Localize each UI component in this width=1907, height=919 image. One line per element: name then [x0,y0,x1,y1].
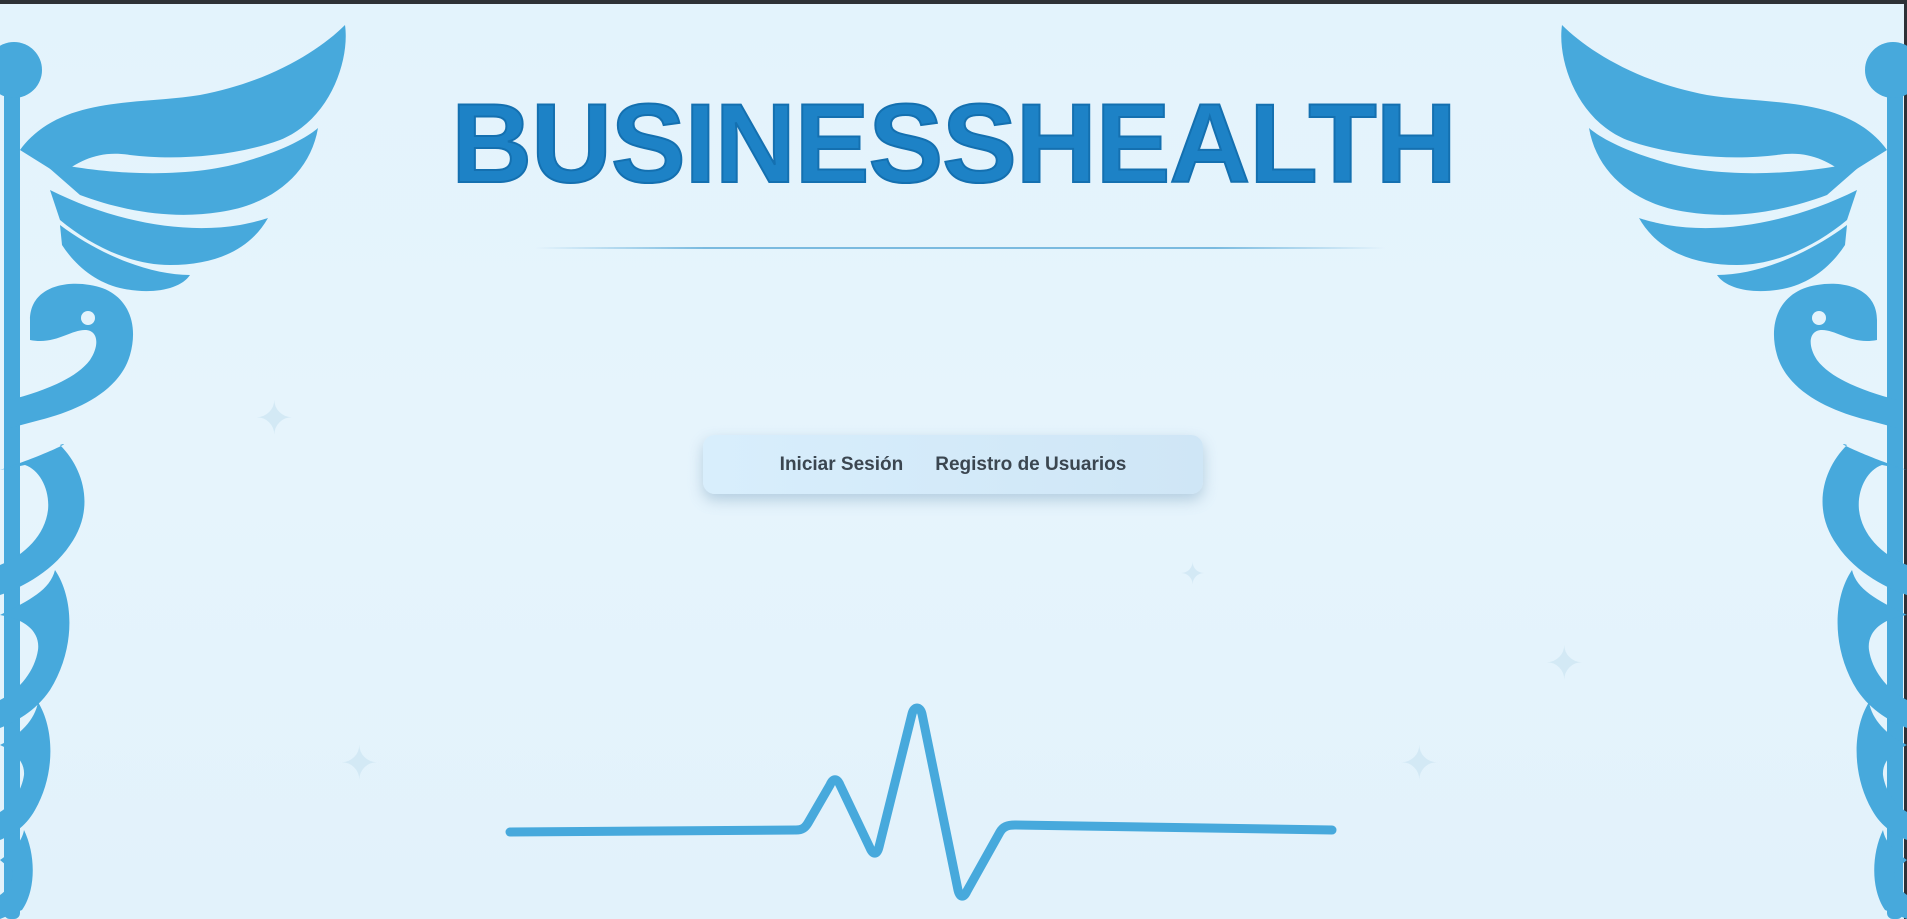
sparkle-icon: ✦ [1400,737,1439,789]
sparkle-icon: ✦ [1180,558,1206,591]
main-nav: Iniciar Sesión Registro de Usuarios [703,435,1203,494]
nav-iniciar-sesion[interactable]: Iniciar Sesión [780,454,904,476]
heartbeat-line-icon [505,703,1337,901]
page-title: BUSINESSHEALTH [450,81,1457,207]
nav-registro-usuarios[interactable]: Registro de Usuarios [935,454,1126,476]
title-divider [535,247,1385,249]
